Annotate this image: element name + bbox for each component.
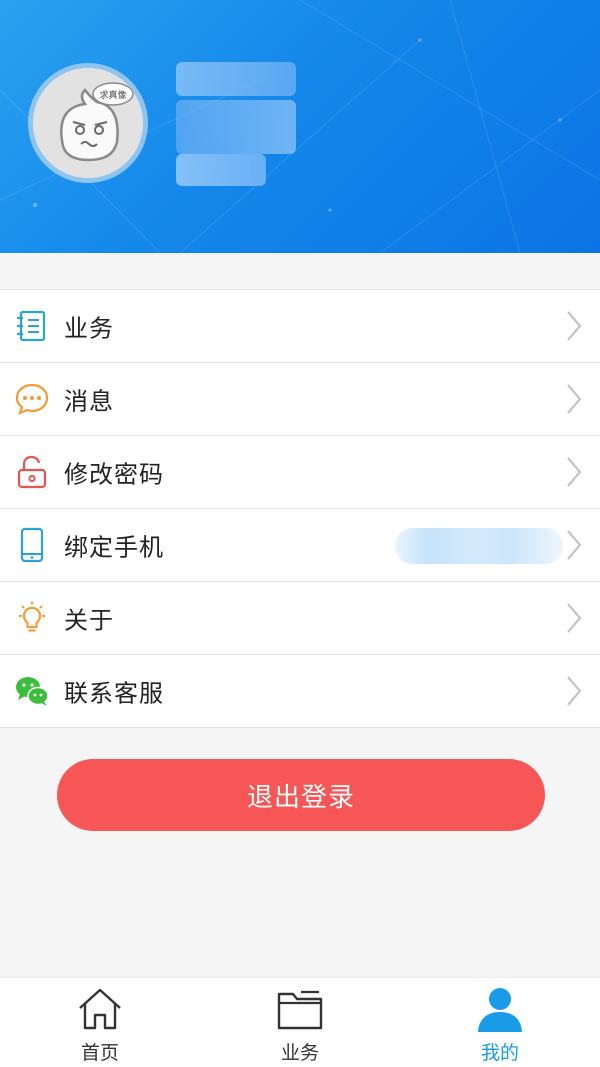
menu-item-contact-support[interactable]: 联系客服: [0, 655, 600, 728]
menu-label-about: 关于: [64, 606, 114, 635]
unlock-icon: [14, 454, 50, 490]
menu-label-messages: 消息: [64, 387, 114, 416]
menu-label-business: 业务: [64, 314, 114, 343]
wechat-icon: [14, 673, 50, 709]
account-info-obscured: [176, 100, 296, 154]
chevron-right-icon: [564, 309, 584, 343]
cartoon-avatar-image: 求真像: [33, 68, 143, 178]
home-icon: [75, 984, 125, 1034]
menu-label-contact-support: 联系客服: [64, 679, 164, 708]
menu-item-about[interactable]: 关于: [0, 582, 600, 655]
chat-bubble-icon: [14, 381, 50, 417]
bottom-tab-bar: 首页 业务 我的: [0, 977, 600, 1067]
avatar[interactable]: 求真像: [28, 63, 148, 183]
menu-label-bind-phone: 绑定手机: [64, 533, 164, 562]
menu-item-change-password[interactable]: 修改密码: [0, 436, 600, 509]
chevron-right-icon: [564, 455, 584, 489]
user-icon: [475, 984, 525, 1034]
menu-item-bind-phone[interactable]: 绑定手机: [0, 509, 600, 582]
logout-button[interactable]: 退出登录: [57, 759, 545, 831]
phone-icon: [14, 527, 50, 563]
notebook-icon: [14, 308, 50, 344]
avatar-bubble-text: 求真像: [99, 89, 126, 101]
chevron-right-icon: [564, 382, 584, 416]
tab-mine[interactable]: 我的: [400, 978, 600, 1067]
menu-item-messages[interactable]: 消息: [0, 363, 600, 436]
settings-menu: 业务 消息 修改密码 绑定手机 关于 联系客服: [0, 289, 600, 728]
tab-home[interactable]: 首页: [0, 978, 200, 1067]
tab-home-label: 首页: [80, 1042, 119, 1064]
bound-phone-number-obscured: [395, 528, 563, 564]
chevron-right-icon: [564, 674, 584, 708]
tab-business[interactable]: 业务: [200, 978, 400, 1067]
menu-item-business[interactable]: 业务: [0, 290, 600, 363]
profile-header: 求真像: [0, 0, 600, 253]
menu-label-change-password: 修改密码: [64, 460, 164, 489]
account-info-obscured-2: [176, 154, 266, 186]
tab-business-label: 业务: [280, 1042, 319, 1064]
chevron-right-icon: [564, 601, 584, 635]
lightbulb-icon: [14, 600, 50, 636]
folder-icon: [275, 984, 325, 1034]
tab-mine-label: 我的: [480, 1042, 519, 1064]
username-obscured: [176, 62, 296, 96]
chevron-right-icon: [564, 528, 584, 562]
